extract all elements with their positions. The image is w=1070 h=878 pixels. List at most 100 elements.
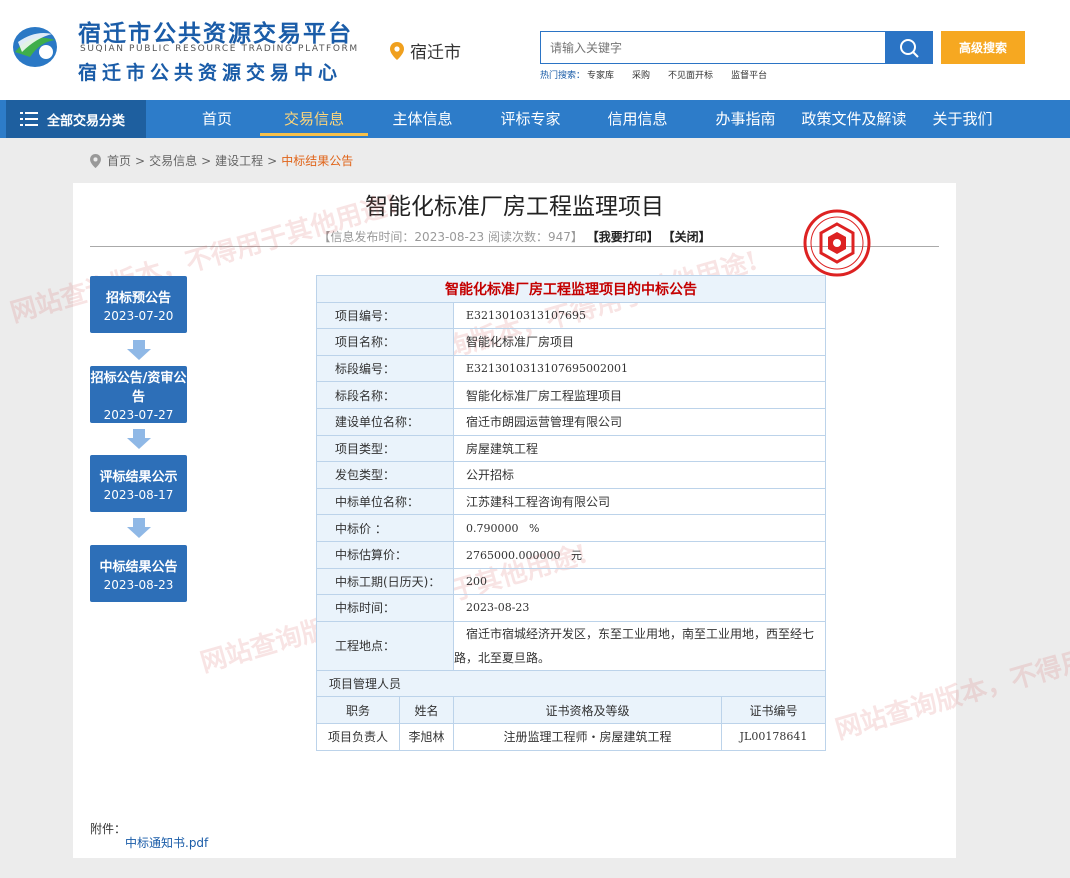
search-icon <box>900 38 919 58</box>
field-value: 2023-08-23 <box>453 594 826 622</box>
close-button[interactable]: 【关闭】 <box>663 230 711 244</box>
location-pin-icon <box>390 41 404 60</box>
timeline-step-evaluation[interactable]: 评标结果公示 2023-08-17 <box>90 455 187 512</box>
location-pin-icon <box>90 153 101 168</box>
logo-title-english: SUQIAN PUBLIC RESOURCE TRADING PLATFORM <box>80 44 359 54</box>
advanced-search-button[interactable]: 高级搜索 <box>941 31 1025 64</box>
table-cell: 注册监理工程师・房屋建筑工程 <box>453 722 722 751</box>
arrow-down-icon <box>127 429 151 449</box>
notice-heading: 智能化标准厂房工程监理项目的中标公告 <box>316 275 826 303</box>
award-notice-table: 智能化标准厂房工程监理项目的中标公告 项目编号： E321301031310769… <box>316 275 827 751</box>
print-button[interactable]: 【我要打印】 <box>587 230 659 244</box>
nav-item-trading-info[interactable]: 交易信息 <box>260 100 368 138</box>
search-input[interactable] <box>540 31 886 64</box>
field-label: 中标估算价： <box>316 540 454 569</box>
table-cell: JL00178641 <box>720 722 827 751</box>
arrow-down-icon <box>127 518 151 538</box>
field-value: 智能化标准厂房工程监理项目 <box>453 381 826 409</box>
field-label: 项目编号： <box>316 301 454 330</box>
timeline-step-date: 2023-08-23 <box>103 577 174 592</box>
field-value: 智能化标准厂房项目 <box>453 328 826 356</box>
field-label: 项目类型： <box>316 434 454 463</box>
nav-item-guide[interactable]: 办事指南 <box>708 100 783 138</box>
hot-keyword[interactable]: 不见面开标 <box>668 68 713 81</box>
nav-item-policy[interactable]: 政策文件及解读 <box>798 100 910 138</box>
field-value: 宿迁市朗园运营管理有限公司 <box>453 407 826 436</box>
field-value: 0.790000 % <box>453 514 826 542</box>
logo-title-main: 宿迁市公共资源交易平台 <box>78 21 353 47</box>
breadcrumb-construction[interactable]: 建设工程 <box>215 152 263 169</box>
field-label: 中标单位名称： <box>316 487 454 516</box>
field-value: 200 <box>453 567 826 596</box>
breadcrumb-home[interactable]: 首页 <box>107 152 131 169</box>
field-label: 中标工期(日历天)： <box>316 567 454 596</box>
platform-logo-icon <box>13 27 57 67</box>
nav-item-home[interactable]: 首页 <box>188 100 246 138</box>
field-label: 中标价 ： <box>316 514 454 542</box>
column-header: 证书资格及等级 <box>453 696 722 724</box>
all-categories-label: 全部交易分类 <box>47 113 126 129</box>
search-button[interactable] <box>885 31 933 64</box>
timeline-step-label: 招标预公告 <box>105 290 171 306</box>
table-row: 标段名称： 智能化标准厂房工程监理项目 <box>316 381 826 409</box>
nav-item-experts[interactable]: 评标专家 <box>493 100 568 138</box>
table-row: 中标单位名称： 江苏建科工程咨询有限公司 <box>316 487 826 516</box>
field-label: 项目名称： <box>316 328 454 356</box>
table-cell: 项目负责人 <box>316 722 400 751</box>
table-row: 发包类型： 公开招标 <box>316 461 826 489</box>
breadcrumb-trading-info[interactable]: 交易信息 <box>149 152 197 169</box>
nav-item-entity-info[interactable]: 主体信息 <box>385 100 460 138</box>
attachment-label: 附件： <box>90 822 127 836</box>
column-header: 姓名 <box>399 696 454 724</box>
city-selector[interactable]: 宿迁市 <box>390 38 461 63</box>
field-label: 标段名称： <box>316 381 454 409</box>
timeline-step-award[interactable]: 中标结果公告 2023-08-23 <box>90 545 187 602</box>
table-row: 中标时间： 2023-08-23 <box>316 594 826 622</box>
timeline-step-label: 评标结果公示 <box>99 469 178 485</box>
content-panel: 智能化标准厂房工程监理项目 【信息发布时间：2023-08-23 阅读次数：94… <box>7 183 1070 858</box>
attachment-link[interactable]: 中标通知书.pdf <box>125 834 208 851</box>
breadcrumb: 首页 > 交易信息 > 建设工程 > 中标结果公告 <box>90 152 353 169</box>
timeline-step-date: 2023-07-20 <box>103 308 174 323</box>
table-row: 工程地点： 宿迁市宿城经济开发区，东至工业用地，南至工业用地，西至经七路，北至夏旦… <box>316 620 826 671</box>
arrow-down-icon <box>127 340 151 360</box>
hot-search-label: 热门搜索： <box>540 71 586 81</box>
field-value: 江苏建科工程咨询有限公司 <box>453 487 826 516</box>
field-value: E3213010313107695002001 <box>453 354 826 383</box>
hot-keyword[interactable]: 专家库 <box>587 68 614 81</box>
column-header: 职务 <box>316 696 400 724</box>
publish-info: 【信息发布时间：2023-08-23 阅读次数：947】 <box>318 230 583 244</box>
main-nav: 全部交易分类 首页 交易信息 主体信息 评标专家 信用信息 办事指南 政策文件及… <box>0 100 1070 138</box>
table-row: 中标工期(日历天)： 200 <box>316 567 826 596</box>
field-label: 发包类型： <box>316 461 454 489</box>
hot-keyword[interactable]: 监督平台 <box>731 68 767 81</box>
table-row: 项目编号： E3213010313107695 <box>316 301 826 330</box>
field-label: 工程地点： <box>316 620 454 671</box>
nav-item-credit[interactable]: 信用信息 <box>600 100 675 138</box>
breadcrumb-current: 中标结果公告 <box>281 154 354 168</box>
watermark: 网站查询版本，不得用于其他用途! <box>832 606 1070 746</box>
field-label: 建设单位名称： <box>316 407 454 436</box>
table-row: 项目管理人员 <box>316 669 826 698</box>
column-header: 证书编号 <box>720 696 827 724</box>
manager-section-title: 项目管理人员 <box>316 669 826 698</box>
field-value: E3213010313107695 <box>453 301 826 330</box>
all-categories-button[interactable]: 全部交易分类 <box>6 100 146 138</box>
city-name: 宿迁市 <box>410 43 461 63</box>
site-header: 宿迁市公共资源交易平台 SUQIAN PUBLIC RESOURCE TRADI… <box>0 0 1070 100</box>
timeline-step-preannouncement[interactable]: 招标预公告 2023-07-20 <box>90 276 187 333</box>
table-row: 项目名称： 智能化标准厂房项目 <box>316 328 826 356</box>
hot-search-bar: 热门搜索： 专家库 采购 不见面开标 监督平台 <box>540 68 785 81</box>
timeline-step-date: 2023-08-17 <box>103 487 174 502</box>
logo-title-sub: 宿迁市公共资源交易中心 <box>78 62 343 84</box>
table-cell: 李旭林 <box>399 722 454 751</box>
field-value: 宿迁市宿城经济开发区，东至工业用地，南至工业用地，西至经七路，北至夏旦路。 <box>453 620 826 671</box>
nav-item-about[interactable]: 关于我们 <box>925 100 1000 138</box>
timeline-step-tender[interactable]: 招标公告/资审公告 2023-07-27 <box>90 366 187 423</box>
field-value: 2765000.000000 元 <box>453 540 826 569</box>
table-row: 建设单位名称： 宿迁市朗园运营管理有限公司 <box>316 407 826 436</box>
timeline-step-date: 2023-07-27 <box>103 408 174 422</box>
table-row: 中标估算价： 2765000.000000 元 <box>316 540 826 569</box>
hot-keyword[interactable]: 采购 <box>632 68 650 81</box>
timeline-step-label: 招标公告/资审公告 <box>90 371 187 405</box>
